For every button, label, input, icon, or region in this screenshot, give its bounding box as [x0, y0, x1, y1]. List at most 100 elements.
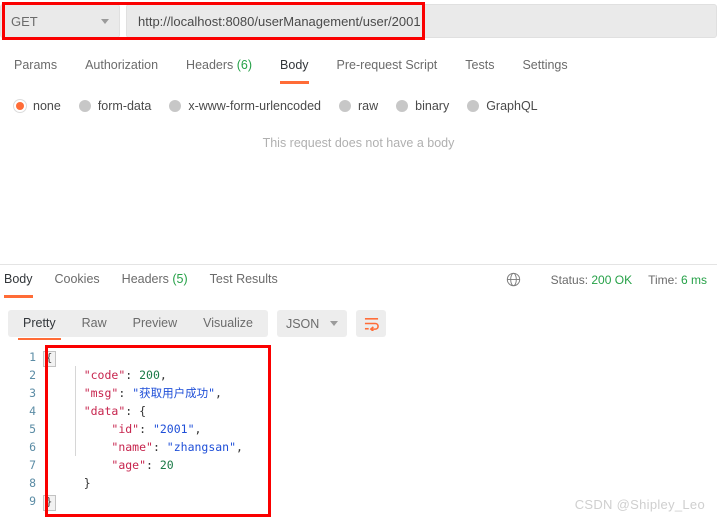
- code-fold-spacer: [42, 384, 56, 402]
- watermark: CSDN @Shipley_Leo: [574, 497, 705, 512]
- radio-icon[interactable]: [14, 100, 26, 112]
- code-token: :: [146, 458, 160, 472]
- response-tab-headers[interactable]: Headers (5): [111, 270, 199, 298]
- request-url-input[interactable]: http://localhost:8080/userManagement/use…: [126, 4, 717, 38]
- line-number: 6: [29, 440, 36, 454]
- code-fold-spacer: [42, 420, 56, 438]
- wrap-lines-button[interactable]: [356, 310, 387, 337]
- radio-icon[interactable]: [467, 100, 480, 112]
- view-mode-visualize[interactable]: Visualize: [190, 310, 266, 337]
- code-token: "zhangsan": [166, 440, 237, 454]
- view-mode-raw[interactable]: Raw: [69, 310, 120, 337]
- code-token: :: [118, 386, 133, 400]
- code-line: 5 "id": "2001",: [0, 420, 717, 438]
- tab-label: Headers: [121, 272, 169, 286]
- radio-icon[interactable]: [396, 100, 409, 112]
- tab-label: Tests: [465, 58, 495, 72]
- tab-label: Body: [4, 272, 33, 286]
- request-tab-authorization[interactable]: Authorization: [71, 55, 172, 84]
- body-type-label: raw: [358, 99, 379, 113]
- code-line-text: }: [56, 474, 91, 492]
- request-tab-tests[interactable]: Tests: [451, 55, 508, 84]
- tab-label: Settings: [522, 58, 568, 72]
- code-token: :: [152, 440, 167, 454]
- status-badge: Status: 200 OK: [551, 273, 632, 287]
- code-token: ,: [194, 422, 202, 436]
- code-token: "code": [83, 368, 126, 382]
- body-type-label: binary: [415, 99, 450, 113]
- wrap-lines-icon: [364, 318, 379, 331]
- response-tab-test-results[interactable]: Test Results: [199, 270, 289, 298]
- code-fold-spacer: [42, 474, 56, 492]
- response-format-label: JSON: [285, 316, 320, 331]
- request-url-bar: GET http://localhost:8080/userManagement…: [0, 4, 717, 38]
- code-token: "data": [83, 404, 126, 418]
- response-body-code[interactable]: 1{2 "code": 200, 3 "msg": "获取用户成功", 4 "dat…: [0, 348, 717, 518]
- request-url-text: http://localhost:8080/userManagement/use…: [138, 13, 421, 29]
- code-line-text: "age": 20: [56, 456, 173, 474]
- request-tabs: Params Authorization Headers (6) Body Pre-re…: [0, 55, 717, 84]
- code-token: "age": [111, 458, 147, 472]
- http-method-select[interactable]: GET: [0, 4, 120, 38]
- fold-bracket[interactable]: {: [42, 351, 56, 367]
- code-token: }: [56, 476, 91, 490]
- code-token: ,: [236, 440, 243, 454]
- request-tab-headers[interactable]: Headers (6): [172, 55, 266, 84]
- tab-label: Pre-request Script: [336, 58, 438, 72]
- body-type-form-data[interactable]: form-data: [78, 99, 152, 113]
- radio-icon[interactable]: [339, 100, 351, 112]
- indent-guide: [75, 366, 76, 456]
- body-type-label: form-data: [97, 99, 152, 113]
- request-tab-pre-request-script[interactable]: Pre-request Script: [323, 55, 452, 84]
- body-type-binary[interactable]: binary: [396, 99, 449, 113]
- response-tab-cookies[interactable]: Cookies: [44, 270, 111, 298]
- code-line-text: "id": "2001",: [56, 420, 201, 438]
- radio-icon[interactable]: [169, 100, 182, 112]
- code-token: :: [139, 422, 153, 436]
- code-token: "获取用户成功": [132, 386, 216, 400]
- request-tab-body[interactable]: Body: [266, 55, 323, 84]
- body-type-raw[interactable]: raw: [339, 99, 378, 113]
- globe-icon[interactable]: [506, 272, 521, 287]
- time-badge: Time: 6 ms: [648, 273, 707, 287]
- view-mode-preview[interactable]: Preview: [120, 310, 190, 337]
- line-number: 9: [29, 494, 36, 508]
- code-token: "2001": [152, 422, 195, 436]
- view-mode-pretty[interactable]: Pretty: [10, 310, 69, 340]
- line-number: 7: [29, 458, 36, 472]
- body-type-x-www-form-urlencoded[interactable]: x-www-form-urlencoded: [169, 99, 321, 113]
- code-line: 7 "age": 20: [0, 456, 717, 474]
- code-fold-icon[interactable]: {: [42, 348, 56, 367]
- tab-count: (5): [168, 272, 188, 286]
- line-number: 8: [29, 476, 36, 490]
- status-label: Status:: [550, 272, 589, 287]
- view-mode-group: Pretty Raw Preview Visualize: [8, 310, 268, 340]
- request-tab-params[interactable]: Params: [0, 55, 71, 84]
- code-line-text: "name": "zhangsan",: [56, 438, 243, 456]
- request-tab-settings[interactable]: Settings: [508, 55, 581, 84]
- code-fold-icon[interactable]: }: [42, 492, 56, 511]
- fold-bracket[interactable]: }: [42, 495, 56, 511]
- chevron-down-icon: [330, 321, 339, 326]
- code-fold-spacer: [42, 456, 56, 474]
- code-line: 2 "code": 200,: [0, 366, 717, 384]
- code-fold-spacer: [42, 438, 56, 456]
- tab-count: (6): [233, 58, 253, 72]
- response-format-select[interactable]: JSON: [276, 310, 348, 337]
- body-type-radio-group: none form-data x-www-form-urlencoded raw bin…: [0, 94, 717, 118]
- radio-icon[interactable]: [78, 100, 91, 112]
- code-line: 1{: [0, 348, 717, 367]
- response-tab-body[interactable]: Body: [0, 270, 44, 298]
- tab-label: Body: [280, 58, 309, 72]
- body-type-label: none: [33, 99, 61, 113]
- body-type-none[interactable]: none: [14, 99, 61, 113]
- body-type-graphql[interactable]: GraphQL: [467, 99, 538, 113]
- code-token: "msg": [83, 386, 119, 400]
- line-number: 2: [29, 368, 36, 382]
- code-line-text: "code": 200,: [56, 366, 167, 384]
- code-line: 6 "name": "zhangsan",: [0, 438, 717, 456]
